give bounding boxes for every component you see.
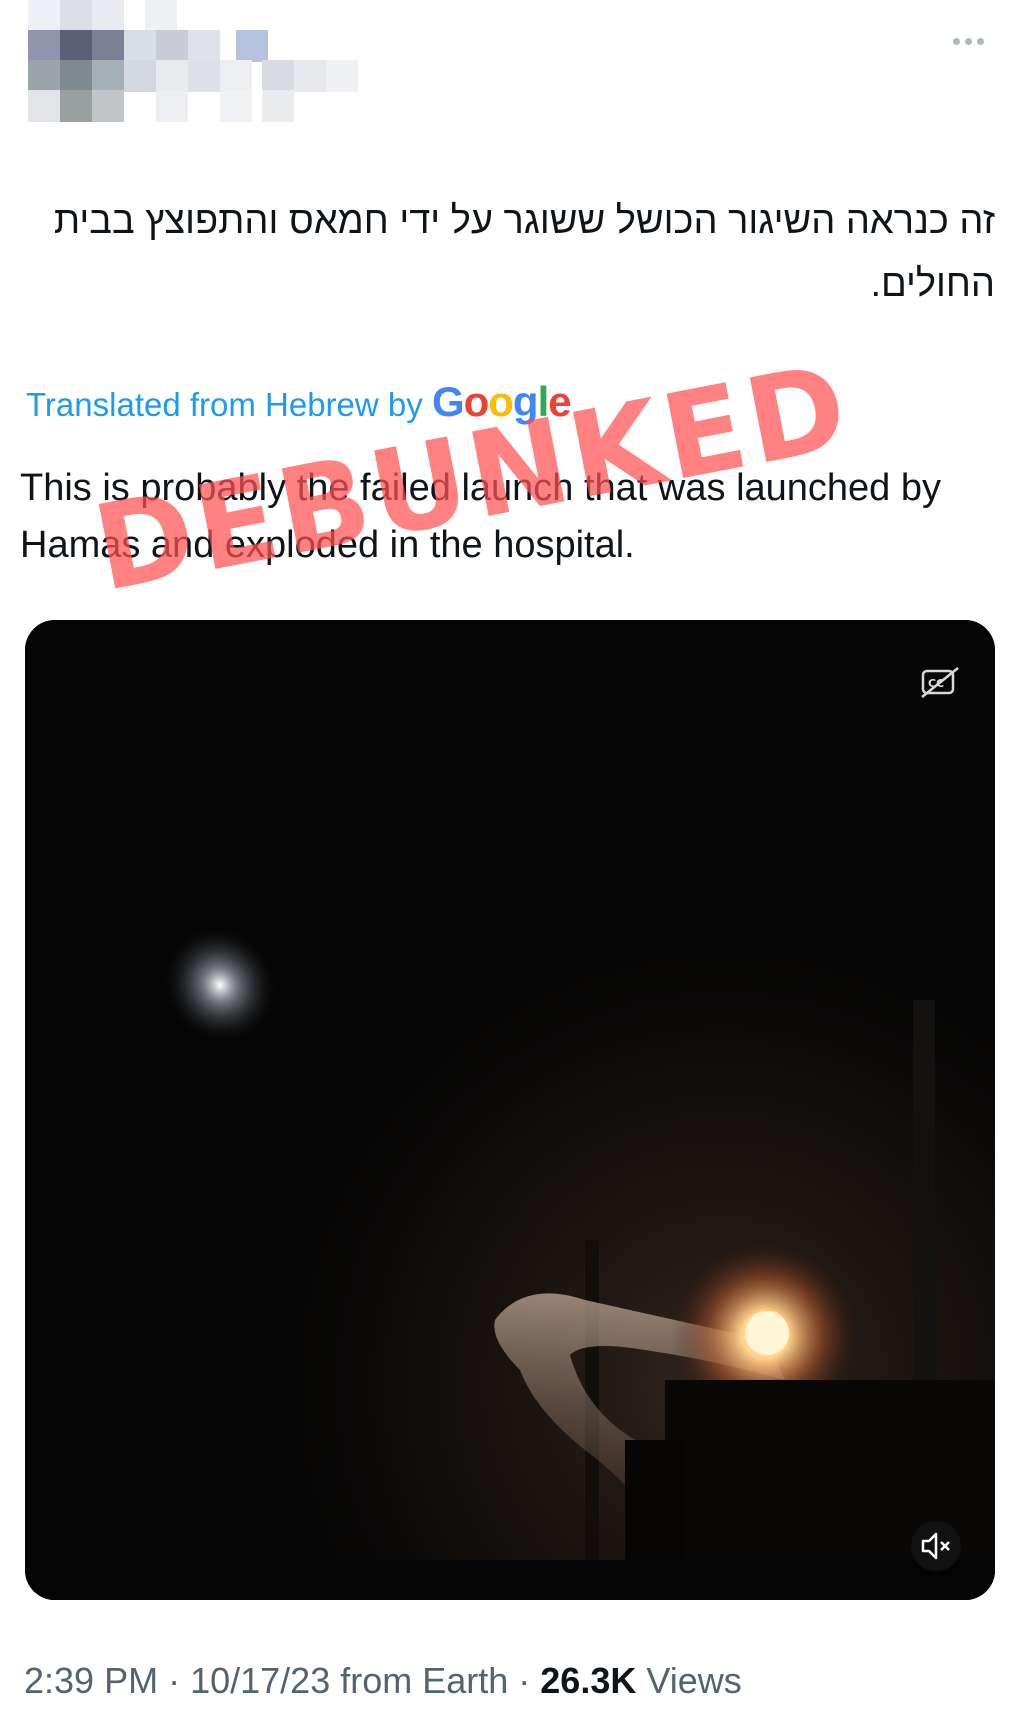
dot-icon bbox=[952, 37, 960, 45]
translation-label: Translated from Hebrew by bbox=[26, 386, 423, 423]
muted-speaker-icon[interactable] bbox=[910, 1520, 962, 1572]
meta-separator: · bbox=[508, 1660, 541, 1701]
google-logo-letter: g bbox=[512, 378, 539, 425]
video-frame bbox=[25, 620, 995, 1600]
translation-attribution[interactable]: Translated from Hebrew by Google bbox=[26, 378, 572, 426]
svg-text:CC: CC bbox=[928, 677, 944, 690]
google-logo-letter: o bbox=[488, 378, 514, 425]
meta-separator: · bbox=[158, 1660, 191, 1701]
video-player[interactable]: CC bbox=[25, 620, 995, 1600]
google-logo-letter: e bbox=[548, 378, 571, 425]
post-translated-text: This is probably the failed launch that … bbox=[20, 467, 941, 566]
more-options-button[interactable] bbox=[940, 26, 996, 56]
google-logo-letter: o bbox=[463, 378, 490, 425]
views-label: Views bbox=[636, 1660, 742, 1701]
post-meta: 2:39 PM · 10/17/23 from Earth · 26.3K Vi… bbox=[24, 1660, 742, 1702]
dot-icon bbox=[976, 37, 984, 45]
google-logo: Google bbox=[431, 378, 572, 425]
post-original-text: זה כנראה השיגור הכושל ששוגר על ידי חמאס … bbox=[53, 200, 995, 305]
captions-off-icon[interactable]: CC bbox=[920, 666, 962, 700]
post-time[interactable]: 2:39 PM bbox=[24, 1660, 158, 1701]
post-source: from Earth bbox=[330, 1660, 509, 1701]
dot-icon bbox=[964, 37, 972, 45]
google-logo-letter: G bbox=[431, 378, 465, 425]
post-date[interactable]: 10/17/23 bbox=[190, 1660, 330, 1701]
views-count: 26.3K bbox=[540, 1660, 637, 1701]
pixelated-profile bbox=[0, 0, 390, 130]
google-logo-letter: l bbox=[537, 378, 550, 425]
